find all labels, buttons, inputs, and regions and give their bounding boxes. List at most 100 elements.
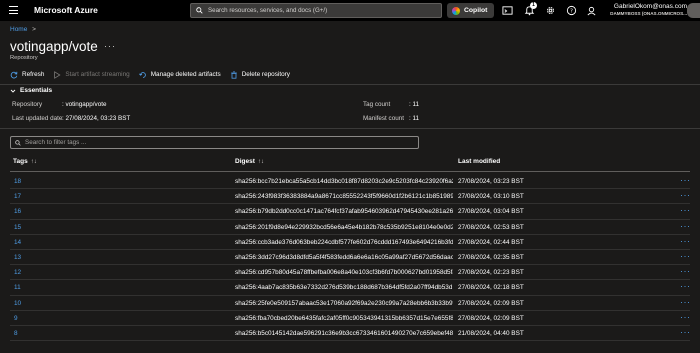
column-header-digest[interactable]: Digest ↑↓: [235, 158, 264, 165]
last-modified-value: 27/08/2024, 03:23 BST: [458, 178, 524, 185]
column-header-tags[interactable]: Tags ↑↓: [13, 158, 37, 165]
streaming-icon: [54, 70, 61, 79]
start-artifact-streaming-button[interactable]: Start artifact streaming: [53, 70, 130, 79]
help-icon[interactable]: ?: [566, 5, 577, 16]
table-row: 11 sha256:4aab7ac835b63e7332d276d539bc18…: [10, 280, 691, 296]
digest-value: sha256:3dd27c96d3d8dfd5a5f4f583fedd6a6e6…: [235, 253, 453, 261]
row-more-icon[interactable]: ···: [680, 327, 691, 337]
search-icon: [15, 139, 21, 146]
digest-header-label: Digest: [235, 158, 255, 165]
essentials-header: Essentials: [20, 87, 53, 94]
delete-repository-button[interactable]: Delete repository: [230, 70, 290, 79]
global-search-input[interactable]: Search resources, services, and docs (G+…: [190, 3, 442, 18]
row-more-icon[interactable]: ···: [680, 312, 691, 322]
refresh-icon: [10, 71, 18, 78]
table-row: 8 sha256:b5c0145142dae596291c36e9b3cc673…: [10, 326, 691, 342]
manifest-count-label: Manifest count: [363, 115, 404, 122]
digest-value: sha256:bcc7b21ebca55a5cb14dd3bc018f87d82…: [235, 178, 453, 185]
tag-link[interactable]: 8: [14, 330, 18, 337]
last-modified-value: 27/08/2024, 02:23 BST: [458, 269, 524, 277]
search-placeholder: Search resources, services, and docs (G+…: [208, 7, 328, 14]
refresh-label: Refresh: [22, 71, 45, 78]
breadcrumb-home[interactable]: Home: [10, 26, 27, 33]
digest-value: sha256:25fe0e509157abaac53e17060a92f69a2…: [235, 299, 453, 307]
column-header-last-modified: Last modified: [458, 158, 500, 165]
cloud-shell-icon[interactable]: [502, 5, 513, 16]
tag-link[interactable]: 11: [14, 284, 21, 291]
digest-value: sha256:b79db2dd0cc0c1471ac764fcf37afab95…: [235, 208, 453, 216]
search-icon: [196, 7, 203, 14]
divider: [0, 128, 700, 129]
tag-link[interactable]: 10: [14, 300, 21, 307]
tag-count-value: : 11: [409, 101, 420, 108]
chevron-down-icon: [10, 89, 16, 93]
tag-link[interactable]: 9: [14, 315, 18, 322]
manage-deleted-label: Manage deleted artifacts: [150, 71, 221, 78]
sort-icon: ↑↓: [30, 158, 37, 165]
account-menu[interactable]: GabrielOkom@onas.com DAMMYBOSS (ONAS.ONM…: [605, 3, 687, 16]
menu-icon[interactable]: [9, 6, 18, 14]
repository-label: Repository: [12, 101, 43, 108]
row-more-icon[interactable]: ···: [680, 251, 691, 261]
tags-header-label: Tags: [13, 158, 28, 165]
restore-icon: [138, 71, 146, 78]
refresh-button[interactable]: Refresh: [10, 71, 44, 79]
last-updated-label: Last updated date: [12, 115, 63, 122]
breadcrumb: Home >: [10, 26, 36, 33]
page-subtitle: Repository: [10, 55, 38, 61]
last-modified-header-label: Last modified: [458, 158, 501, 165]
table-row: 10 sha256:25fe0e509157abaac53e17060a92f6…: [10, 296, 690, 311]
top-navigation-bar: Microsoft Azure Search resources, servic…: [0, 0, 700, 21]
page-title: votingapp/vote: [10, 39, 98, 54]
more-options-icon[interactable]: ···: [104, 41, 116, 51]
row-more-icon[interactable]: ···: [680, 281, 691, 291]
gear-icon[interactable]: [545, 5, 556, 16]
last-modified-value: 27/08/2024, 02:44 BST: [458, 238, 524, 246]
manage-deleted-artifacts-button[interactable]: Manage deleted artifacts: [138, 71, 221, 79]
last-modified-value: 27/08/2024, 03:10 BST: [458, 193, 524, 201]
tag-link[interactable]: 15: [14, 224, 21, 231]
row-more-icon[interactable]: ···: [680, 297, 691, 307]
tags-table-body: 18 sha256:bcc7b21ebca55a5cb14dd3bc018f87…: [10, 174, 691, 342]
tag-link[interactable]: 17: [14, 193, 21, 200]
tag-link[interactable]: 13: [14, 254, 21, 261]
row-more-icon[interactable]: ···: [680, 236, 691, 246]
digest-value: sha256:b5c0145142dae596291c36e9b3cc67334…: [235, 329, 453, 337]
essentials-toggle[interactable]: Essentials: [10, 87, 52, 94]
breadcrumb-separator: >: [32, 26, 36, 33]
last-modified-value: 27/08/2024, 02:18 BST: [458, 284, 524, 292]
tag-link[interactable]: 18: [14, 178, 21, 185]
table-row: 12 sha256:cd957b80d45a78ffbefba006e8a40e…: [10, 265, 691, 281]
manifest-count-value: : 11: [409, 115, 420, 122]
digest-value: sha256:fba70cbed20be6435fafc2af05ff0c905…: [235, 314, 453, 322]
table-row: 16 sha256:b79db2dd0cc0c1471ac764fcf37afa…: [10, 204, 691, 220]
tag-filter-input[interactable]: Search to filter tags ...: [10, 136, 419, 149]
filter-placeholder: Search to filter tags ...: [25, 139, 87, 146]
table-header: Tags ↑↓ Digest ↑↓ Last modified: [10, 158, 690, 170]
row-more-icon[interactable]: ···: [680, 175, 691, 185]
tag-link[interactable]: 16: [14, 208, 21, 215]
digest-value: sha256:201f9d8e94e229932bcd56e6a45e4b182…: [235, 223, 453, 231]
start-streaming-label: Start artifact streaming: [65, 71, 130, 78]
copilot-button[interactable]: Copilot: [447, 3, 494, 18]
sort-icon: ↑↓: [257, 158, 264, 165]
feedback-icon[interactable]: [586, 5, 597, 16]
row-more-icon[interactable]: ···: [680, 221, 691, 231]
delete-repository-label: Delete repository: [241, 71, 290, 78]
table-row: 18 sha256:bcc7b21ebca55a5cb14dd3bc018f87…: [10, 174, 691, 190]
portal-brand[interactable]: Microsoft Azure: [34, 5, 98, 15]
last-updated-value: : 27/08/2024, 03:23 BST: [62, 115, 131, 122]
table-row: 14 sha256:ccb3ade376d063beb224cdbf577fe6…: [10, 235, 690, 250]
table-row: 13 sha256:3dd27c96d3d8dfd5a5f4f583fedd6a…: [10, 250, 691, 266]
digest-value: sha256:cd957b80d45a78ffbefba006e8a40e103…: [235, 269, 453, 277]
avatar[interactable]: [687, 3, 700, 18]
last-modified-value: 27/08/2024, 02:35 BST: [458, 253, 524, 261]
row-more-icon[interactable]: ···: [680, 266, 691, 276]
digest-value: sha256:243f983f36383884a9a8671cc85552243…: [235, 193, 453, 201]
row-more-icon[interactable]: ···: [680, 190, 691, 200]
tag-count-label: Tag count: [363, 101, 391, 108]
row-more-icon[interactable]: ···: [680, 205, 691, 215]
tag-link[interactable]: 14: [14, 239, 21, 246]
last-modified-value: 27/08/2024, 02:09 BST: [458, 314, 524, 322]
tag-link[interactable]: 12: [14, 269, 21, 276]
